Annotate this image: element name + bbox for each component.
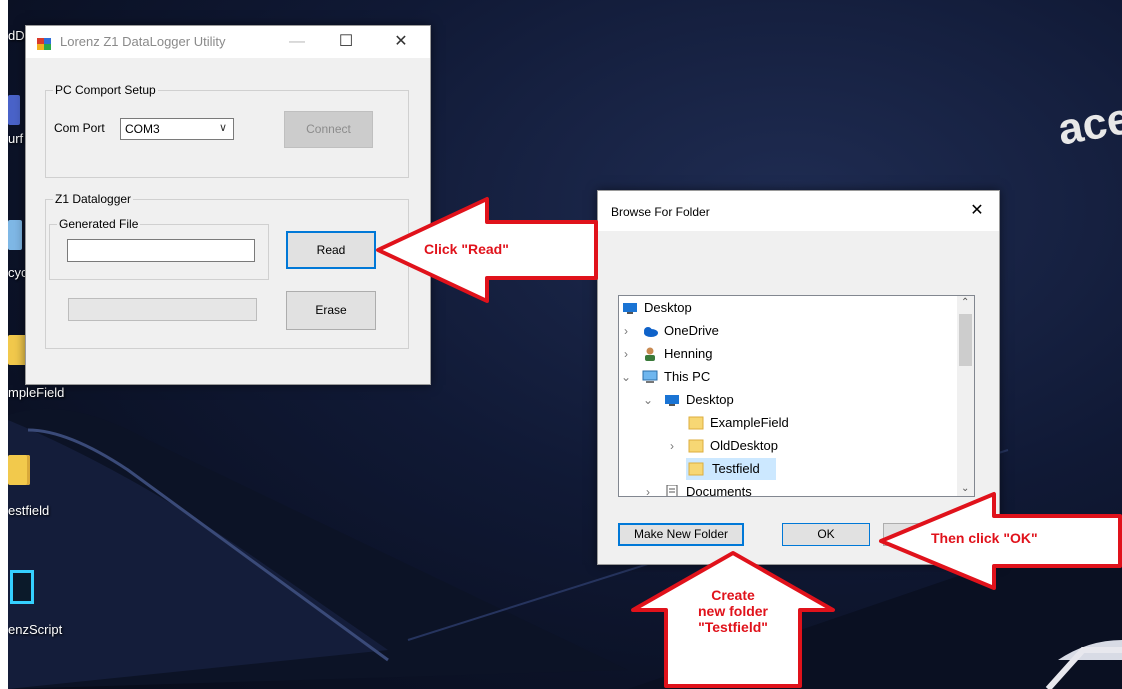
annotation-overlay bbox=[376, 197, 1122, 688]
create-line-1: Create bbox=[711, 587, 755, 603]
ok-instruction: Then click "OK" bbox=[931, 530, 1038, 546]
create-line-2: new folder bbox=[697, 603, 768, 619]
read-instruction: Click "Read" bbox=[424, 241, 509, 257]
create-folder-instruction: Create new folder "Testfield" bbox=[666, 587, 800, 635]
screenshot: acer dDe urf cyc mpleField estfield enzS… bbox=[0, 0, 1122, 689]
create-line-3: "Testfield" bbox=[698, 619, 768, 635]
